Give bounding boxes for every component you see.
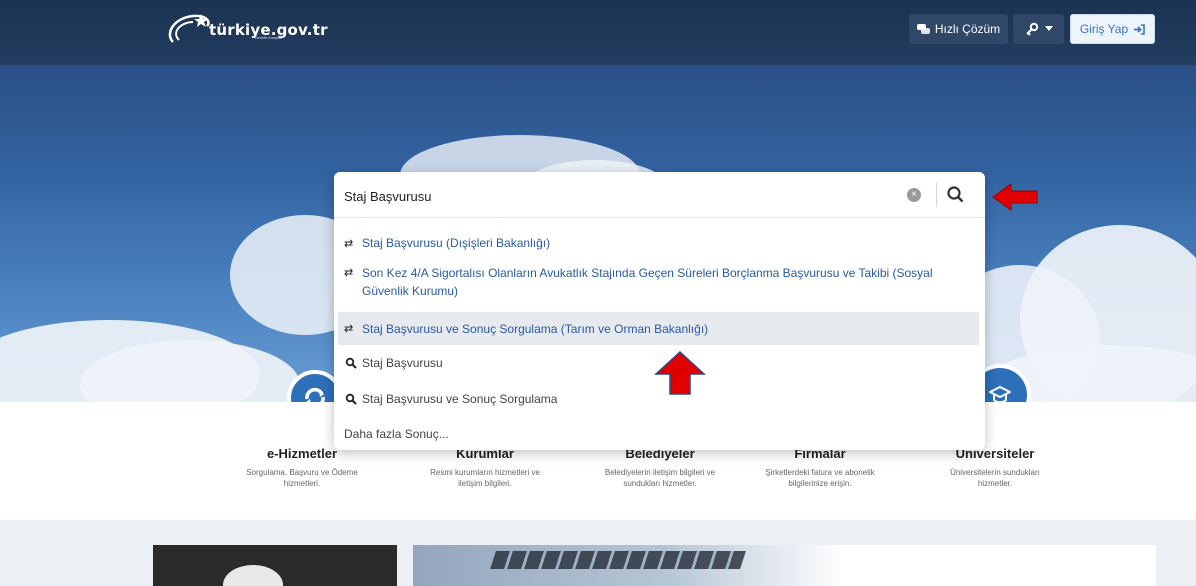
- login-label: Giriş Yap: [1079, 22, 1129, 36]
- more-results-link[interactable]: Daha fazla Sonuç...: [338, 423, 979, 445]
- featured-section: [0, 520, 1196, 586]
- service-icon: ⇄: [344, 323, 354, 335]
- category-universiteler[interactable]: Üniversiteler Üniversitelerin sundukları…: [915, 446, 1075, 489]
- featured-card-laptop[interactable]: [413, 545, 1156, 586]
- suggestion-label: Son Kez 4/A Sigortalısı Olanların Avukat…: [362, 266, 933, 298]
- search-bar: ×: [334, 172, 985, 218]
- search-icon: [345, 393, 357, 405]
- suggestion-label: Staj Başvurusu (Dışişleri Bakanlığı): [362, 236, 551, 250]
- category-desc: Resmi kurumların hizmetleri ve iletişim b…: [430, 468, 540, 488]
- service-icon: ⇄: [344, 237, 354, 250]
- search-dropdown: × ⇄ Staj Başvurusu (Dışişleri Bakanlığı)…: [334, 172, 985, 450]
- suggestion-label: Staj Başvurusu: [362, 356, 443, 370]
- search-icon[interactable]: [945, 184, 967, 206]
- category-firmalar[interactable]: Firmalar Şirketlerdeki fatura ve aboneli…: [740, 446, 900, 489]
- more-results-label: Daha fazla Sonuç...: [344, 427, 449, 441]
- category-desc: Sorgulama, Başvuru ve Ödeme hizmetleri.: [246, 468, 358, 488]
- suggestion-item[interactable]: ⇄ Son Kez 4/A Sigortalısı Olanların Avuk…: [338, 264, 979, 304]
- clear-search-icon[interactable]: ×: [907, 188, 921, 202]
- caret-down-icon: [1044, 26, 1053, 31]
- category-kurumlar[interactable]: Kurumlar Resmi kurumların hizmetleri ve i…: [405, 446, 565, 489]
- search-input[interactable]: [344, 186, 884, 206]
- logo-swirl-icon: [168, 14, 210, 43]
- chat-icon: [916, 23, 930, 34]
- category-desc: Şirketlerdeki fatura ve abonelik bilgiler…: [765, 468, 875, 488]
- category-e-hizmetler[interactable]: e-Hizmetler Sorgulama, Başvuru ve Ödeme h…: [222, 446, 382, 489]
- suggestion-label: Staj Başvurusu ve Sonuç Sorgulama: [362, 392, 558, 406]
- featured-card-portrait[interactable]: [153, 545, 397, 586]
- suggestion-item[interactable]: ⇄ Staj Başvurusu ve Sonuç Sorgulama (Tar…: [338, 312, 979, 345]
- category-desc: Üniversitelerin sundukları hizmetler.: [950, 468, 1040, 488]
- annotation-arrow-left-icon: [992, 183, 1038, 211]
- category-belediyeler[interactable]: Belediyeler Belediyelerin iletişim bilgi…: [580, 446, 740, 489]
- site-logo[interactable]: türkiye.gov.tr Devletin Kısayolu: [163, 12, 328, 48]
- suggestion-item[interactable]: ⇄ Staj Başvurusu (Dışişleri Bakanlığı): [338, 232, 979, 254]
- accessibility-menu-button[interactable]: [1013, 14, 1064, 44]
- search-icon: [345, 357, 357, 369]
- logo-subtitle: Devletin Kısayolu: [255, 36, 283, 40]
- key-icon: [1025, 22, 1038, 36]
- top-header: türkiye.gov.tr Devletin Kısayolu Hızlı Ç…: [0, 0, 1196, 65]
- suggestion-label: Staj Başvurusu ve Sonuç Sorgulama (Tarım…: [362, 321, 709, 336]
- login-button[interactable]: Giriş Yap: [1070, 14, 1155, 44]
- annotation-arrow-up-icon: [654, 350, 706, 395]
- sign-in-icon: [1134, 23, 1145, 35]
- hizli-cozum-button[interactable]: Hızlı Çözüm: [909, 14, 1008, 44]
- category-desc: Belediyelerin iletişim bilgileri ve sundu…: [604, 468, 716, 488]
- hizli-cozum-label: Hızlı Çözüm: [934, 22, 1001, 36]
- service-icon: ⇄: [344, 267, 354, 279]
- search-divider: [936, 183, 937, 207]
